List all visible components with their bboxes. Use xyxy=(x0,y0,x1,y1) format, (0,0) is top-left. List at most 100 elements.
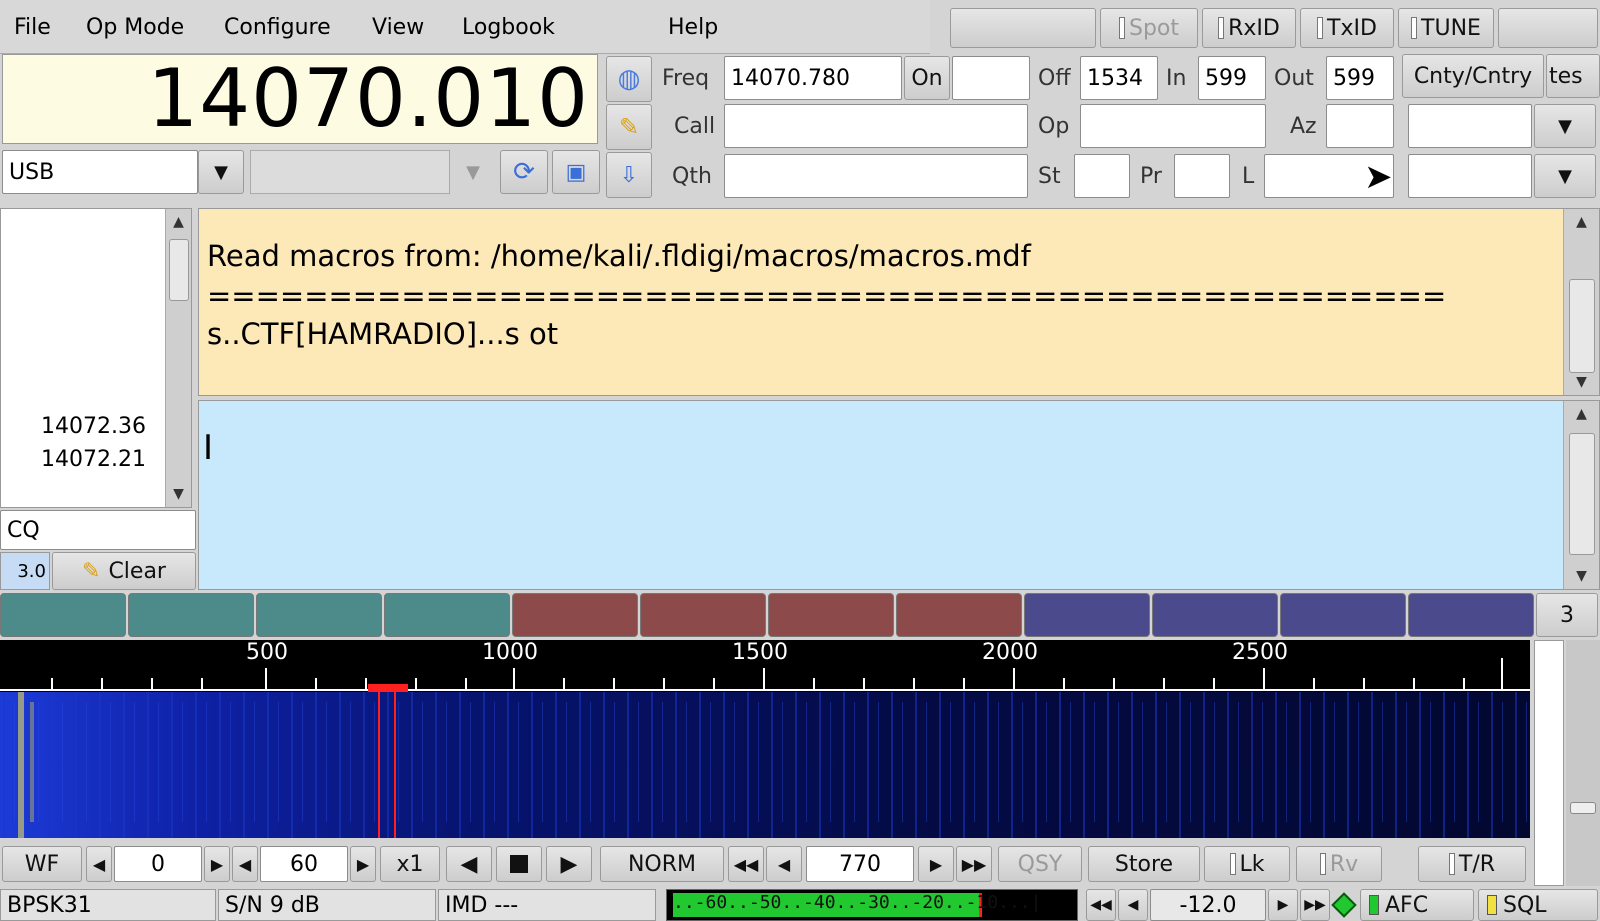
second-country-field[interactable] xyxy=(1408,154,1532,198)
browser-search-input[interactable]: CQ xyxy=(0,510,196,550)
tune-button[interactable]: TUNE xyxy=(1398,8,1494,48)
macro-button[interactable] xyxy=(256,593,382,637)
on-button[interactable]: On xyxy=(904,56,950,100)
macro-button[interactable] xyxy=(1280,593,1406,637)
state-field[interactable] xyxy=(1074,154,1130,198)
range-increase-button[interactable]: ▶ xyxy=(350,846,376,882)
rxid-button[interactable]: RxID xyxy=(1202,8,1296,48)
rx-scrollbar[interactable]: ▲ ▼ xyxy=(1563,209,1599,395)
scroll-thumb[interactable] xyxy=(169,239,189,301)
freq-field[interactable]: 14070.780 xyxy=(724,56,902,100)
macro-button[interactable] xyxy=(384,593,510,637)
macro-button[interactable] xyxy=(1408,593,1534,637)
off-field[interactable]: 1534 xyxy=(1080,56,1158,100)
tr-button[interactable]: T/R xyxy=(1418,846,1526,882)
notes-tab[interactable]: tes xyxy=(1546,54,1600,98)
macro-button[interactable] xyxy=(768,593,894,637)
spot-button[interactable]: Spot xyxy=(1100,8,1198,48)
store-button[interactable]: Store xyxy=(1088,846,1200,882)
ref-level-field[interactable]: 0 xyxy=(114,846,202,882)
az-field[interactable] xyxy=(1326,104,1394,148)
frequency-display[interactable]: 14070.010 xyxy=(2,54,598,144)
scroll-up-icon[interactable]: ▲ xyxy=(1564,401,1599,427)
scroll-thumb[interactable] xyxy=(1569,433,1595,555)
macro-button[interactable] xyxy=(1024,593,1150,637)
lock-button[interactable]: Lk xyxy=(1204,846,1290,882)
mode-dropdown-button[interactable]: ▼ xyxy=(198,150,244,194)
scroll-down-icon[interactable]: ▼ xyxy=(166,481,191,507)
waterfall-vertical-slider[interactable] xyxy=(1534,640,1564,886)
qth-field[interactable] xyxy=(724,154,1028,198)
macro-button[interactable] xyxy=(128,593,254,637)
browser-item[interactable]: 14072.21 xyxy=(41,447,165,472)
range-field[interactable]: 60 xyxy=(260,846,348,882)
tx-text-pane[interactable]: I ▲ ▼ xyxy=(198,400,1600,590)
menu-view[interactable]: View xyxy=(372,0,424,54)
slow-left-button[interactable]: ◀ xyxy=(446,846,492,882)
country-field[interactable] xyxy=(1408,104,1532,148)
macro-button[interactable] xyxy=(896,593,1022,637)
freq-fast-left-button[interactable]: ◀◀ xyxy=(728,846,764,882)
call-field[interactable] xyxy=(724,104,1028,148)
rig-config-button[interactable]: ▣ xyxy=(552,150,600,194)
tx-scrollbar[interactable]: ▲ ▼ xyxy=(1563,401,1599,589)
blank-top-button[interactable] xyxy=(950,8,1096,48)
freq-right-button[interactable]: ▶ xyxy=(918,846,954,882)
rst-in-field[interactable]: 599 xyxy=(1198,56,1266,100)
province-field[interactable] xyxy=(1174,154,1230,198)
zoom-button[interactable]: x1 xyxy=(380,846,440,882)
slow-right-button[interactable]: ▶ xyxy=(546,846,592,882)
menu-help[interactable]: Help xyxy=(668,0,718,54)
macro-button[interactable] xyxy=(512,593,638,637)
txid-button[interactable]: TxID xyxy=(1300,8,1394,48)
freq-fast-right-button[interactable]: ▶▶ xyxy=(956,846,992,882)
menu-configure[interactable]: Configure xyxy=(224,0,331,54)
rx-text-pane[interactable]: Read macros from: /home/kali/.fldigi/mac… xyxy=(198,208,1600,396)
bandwidth-dropdown-button[interactable]: ▼ xyxy=(450,150,496,194)
menu-logbook[interactable]: Logbook xyxy=(462,0,555,54)
country-tab[interactable]: Cnty/Cntry xyxy=(1402,54,1544,98)
macro-button[interactable] xyxy=(1152,593,1278,637)
rst-out-field[interactable]: 599 xyxy=(1326,56,1394,100)
blank-top-button-right[interactable] xyxy=(1498,8,1598,48)
wf-mode-button[interactable]: WF xyxy=(2,846,82,882)
waterfall-scale[interactable]: 500 1000 1500 2000 2500 xyxy=(0,640,1530,692)
stop-button[interactable] xyxy=(496,846,542,882)
sql-button[interactable]: SQL xyxy=(1478,889,1598,921)
browser-scrollbar[interactable]: ▲ ▼ xyxy=(165,209,191,507)
country-dropdown-button[interactable]: ▼ xyxy=(1534,104,1596,148)
ref-increase-button[interactable]: ▶ xyxy=(204,846,230,882)
scroll-up-icon[interactable]: ▲ xyxy=(166,209,191,235)
afc-button[interactable]: AFC xyxy=(1360,889,1474,921)
lookup-button[interactable]: ◍ xyxy=(606,56,652,102)
waterfall-display[interactable] xyxy=(0,692,1530,838)
second-dropdown-button[interactable]: ▼ xyxy=(1534,154,1596,198)
freq-left-button[interactable]: ◀ xyxy=(766,846,802,882)
scroll-down-icon[interactable]: ▼ xyxy=(1564,563,1599,589)
macro-button[interactable] xyxy=(640,593,766,637)
power-right-button[interactable]: ▶ xyxy=(1268,889,1298,921)
scroll-up-icon[interactable]: ▲ xyxy=(1564,209,1599,235)
power-fast-right-button[interactable]: ▶▶ xyxy=(1300,889,1330,921)
macro-button[interactable] xyxy=(0,593,126,637)
scroll-thumb[interactable] xyxy=(1569,279,1595,373)
save-log-button[interactable]: ⇩ xyxy=(606,152,652,198)
qsy-button[interactable]: QSY xyxy=(998,846,1082,882)
cursor-freq-field[interactable]: 770 xyxy=(806,846,914,882)
slider-thumb[interactable] xyxy=(1570,802,1596,814)
refresh-button[interactable]: ⟳ xyxy=(500,150,548,194)
clear-log-button[interactable]: ✎ xyxy=(606,104,652,150)
menu-file[interactable]: File xyxy=(14,0,51,54)
browser-clear-button[interactable]: ✎ Clear xyxy=(52,552,196,590)
macro-set-button[interactable]: 3 xyxy=(1536,593,1598,637)
power-fast-left-button[interactable]: ◀◀ xyxy=(1086,889,1116,921)
scroll-down-icon[interactable]: ▼ xyxy=(1564,369,1599,395)
waterfall-speed-button[interactable]: NORM xyxy=(600,846,724,882)
mode-select[interactable]: USB xyxy=(2,150,198,194)
power-level-field[interactable]: -12.0 xyxy=(1150,889,1266,921)
signal-browser[interactable]: 14072.36 14072.21 ▲ ▼ xyxy=(0,208,192,508)
browser-item[interactable]: 14072.36 xyxy=(41,414,165,439)
reverse-button[interactable]: Rv xyxy=(1296,846,1382,882)
on-time-field[interactable] xyxy=(952,56,1030,100)
range-decrease-button[interactable]: ◀ xyxy=(232,846,258,882)
